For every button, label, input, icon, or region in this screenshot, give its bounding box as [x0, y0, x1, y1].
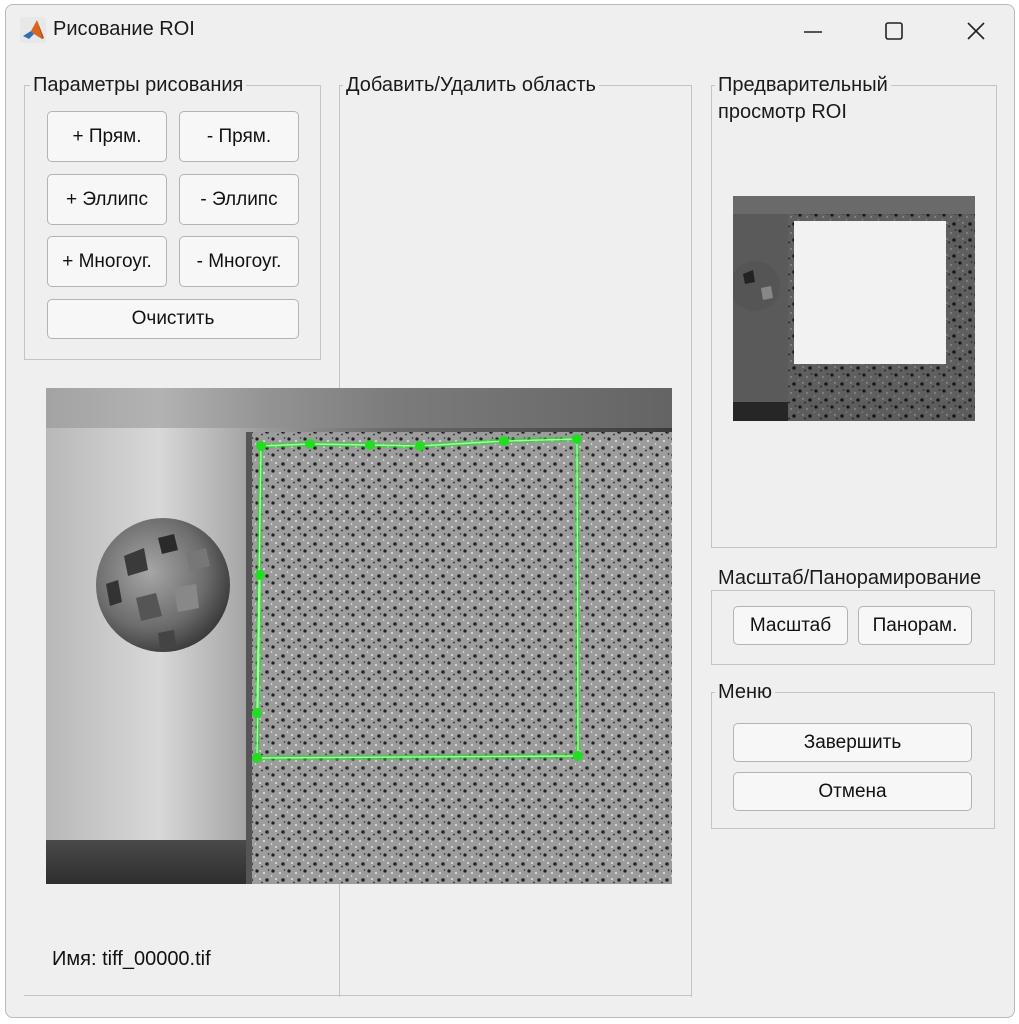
maximize-button[interactable] — [862, 5, 926, 57]
close-button[interactable] — [944, 5, 1008, 57]
zoom-button[interactable]: Масштаб — [733, 606, 848, 645]
close-icon — [967, 22, 985, 40]
roi-drawing-window: Рисование ROI Параметры рисования + Прям… — [5, 4, 1015, 1018]
menu-title: Меню — [715, 680, 776, 704]
filename-label: Имя: tiff_00000.tif — [52, 948, 211, 970]
subtract-polygon-button[interactable]: - Многоуг. — [179, 236, 299, 287]
bottom-separator — [24, 995, 692, 996]
add-polygon-button[interactable]: + Многоуг. — [47, 236, 167, 287]
minimize-button[interactable] — [781, 5, 845, 57]
cancel-button[interactable]: Отмена — [733, 772, 972, 811]
clear-button[interactable]: Очистить — [47, 299, 299, 339]
subtract-ellipse-button[interactable]: - Эллипс — [179, 174, 299, 225]
zoom-pan-title: Масштаб/Панорамирование — [715, 566, 985, 590]
roi-preview-title-line1: Предварительный — [715, 73, 891, 97]
draw-params-title: Параметры рисования — [30, 73, 247, 97]
roi-preview-axes — [733, 196, 975, 421]
add-rectangle-button[interactable]: + Прям. — [47, 111, 167, 162]
minimize-icon — [804, 31, 822, 33]
add-remove-title: Добавить/Удалить область — [343, 73, 599, 97]
window-title: Рисование ROI — [53, 18, 195, 40]
roi-preview-title-line2: просмотр ROI — [715, 100, 850, 124]
add-ellipse-button[interactable]: + Эллипс — [47, 174, 167, 225]
subtract-rectangle-button[interactable]: - Прям. — [179, 111, 299, 162]
maximize-icon — [885, 22, 903, 40]
main-image-axes[interactable] — [46, 388, 672, 884]
matlab-icon — [20, 17, 46, 43]
finish-button[interactable]: Завершить — [733, 723, 972, 762]
title-bar: Рисование ROI — [6, 5, 1014, 57]
pan-button[interactable]: Панорам. — [858, 606, 972, 645]
